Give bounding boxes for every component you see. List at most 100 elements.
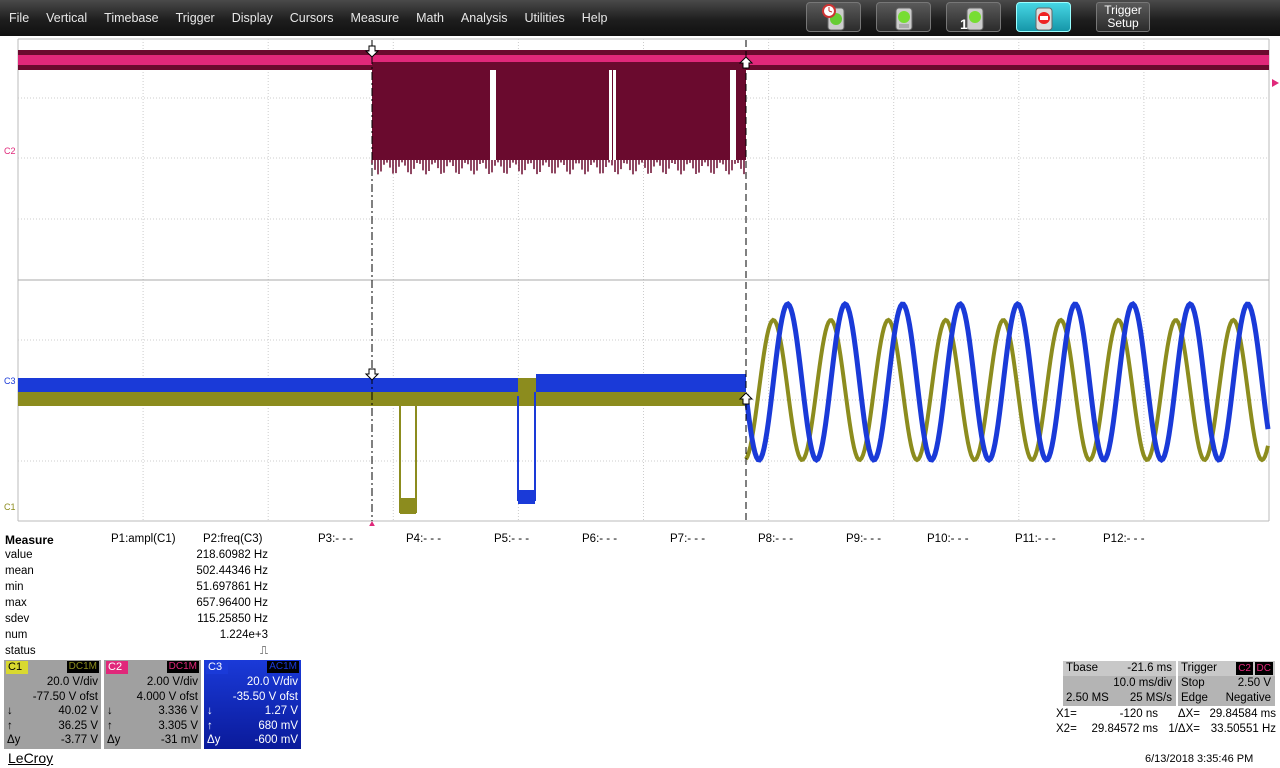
- trigger-label: Trigger: [1181, 662, 1217, 674]
- measure-row-p2-value: 1.224e+3: [219, 629, 268, 641]
- menu-measure[interactable]: Measure: [341, 11, 407, 25]
- channel-box-c3[interactable]: C3 AC1M 20.0 V/div -35.50 V ofst ↓ 1.27 V…: [204, 660, 301, 749]
- timebase-label: Tbase: [1066, 662, 1098, 674]
- measure-param-p2[interactable]: P2:freq(C3): [203, 533, 262, 545]
- channel-box-c2[interactable]: C2 DC1M 2.00 V/div 4.000 V ofst ↓ 3.336 V…: [104, 660, 201, 749]
- channel-vdiv: 2.00 V/div: [146, 676, 198, 688]
- measure-param-p5[interactable]: P5:- - -: [494, 533, 529, 545]
- stop-trigger-button[interactable]: [1016, 2, 1071, 32]
- channel-offset: -35.50 V ofst: [232, 690, 298, 703]
- channel-cursor-down: 1.27 V: [264, 705, 298, 717]
- menu-vertical[interactable]: Vertical: [37, 11, 95, 25]
- measure-param-p3[interactable]: P3:- - -: [318, 533, 353, 545]
- measure-param-p10[interactable]: P10:- - -: [927, 533, 969, 545]
- measure-param-p9[interactable]: P9:- - -: [846, 533, 881, 545]
- trigger-box[interactable]: Trigger C2 DC Stop 2.50 V Edge Negative: [1178, 661, 1275, 706]
- brand-logo: LeCroy: [8, 750, 54, 766]
- channel-cursor-down: 40.02 V: [58, 705, 98, 717]
- cursor-dy-symbol: Δy: [107, 734, 121, 746]
- trigger-slope: Negative: [1225, 692, 1271, 704]
- channel-coupling: DC1M: [166, 661, 199, 673]
- normal-trigger-button[interactable]: [876, 2, 931, 32]
- trigger-coupling: DC: [1254, 662, 1273, 675]
- cursor-up-symbol: ↑: [207, 719, 213, 732]
- c2-marker[interactable]: C2: [4, 146, 16, 156]
- menu-file[interactable]: File: [0, 11, 37, 25]
- measure-row-label: sdev: [5, 613, 30, 625]
- channel-tag: C3: [206, 661, 228, 674]
- measure-row-p2-value: 657.96400 Hz: [196, 597, 268, 609]
- trigger-level-marker[interactable]: [1272, 79, 1279, 87]
- cursor-up-symbol: ↑: [7, 719, 13, 732]
- trigger-source: C2: [1236, 662, 1253, 675]
- menu-math[interactable]: Math: [407, 11, 452, 25]
- timestamp: 6/13/2018 3:35:46 PM: [1145, 753, 1254, 765]
- channel-offset: 4.000 V ofst: [136, 690, 198, 703]
- cursor-x2-label: X2=: [1056, 723, 1077, 735]
- menu-utilities[interactable]: Utilities: [515, 11, 572, 25]
- single-label: 1: [960, 16, 968, 32]
- c1-marker[interactable]: C1: [4, 502, 16, 512]
- channel-cursor-dy: -3.77 V: [60, 734, 98, 746]
- channel-vdiv: 20.0 V/div: [246, 676, 298, 688]
- cursor-down-symbol: ↓: [107, 705, 113, 717]
- cursor-inv-value: 33.50551 Hz: [1210, 723, 1276, 735]
- channel-cursor-up: 36.25 V: [58, 719, 98, 732]
- menu-analysis[interactable]: Analysis: [452, 11, 516, 25]
- cursor-dx-value: 29.84584 ms: [1209, 708, 1277, 720]
- timebase-box[interactable]: Tbase -21.6 ms 10.0 ms/div 2.50 MS 25 MS…: [1063, 661, 1176, 706]
- trigger-position-marker[interactable]: [368, 521, 376, 526]
- menu-display[interactable]: Display: [223, 11, 281, 25]
- c3-marker[interactable]: C3: [4, 376, 16, 386]
- channel-cursor-dy: -600 mV: [254, 734, 298, 746]
- cursor-dx-label: ΔX=: [1177, 708, 1200, 720]
- measure-row-label: num: [5, 629, 28, 641]
- menu-items: File Vertical Timebase Trigger Display Cursor…: [0, 0, 615, 36]
- measure-param-p11[interactable]: P11:- - -: [1015, 533, 1056, 545]
- menu-timebase[interactable]: Timebase: [95, 11, 166, 25]
- channel-cursor-down: 3.336 V: [158, 705, 198, 717]
- measure-row-p2-value: 218.60982 Hz: [196, 549, 268, 561]
- measure-row-label: min: [5, 581, 24, 593]
- measure-row-label: status: [5, 645, 36, 657]
- measure-param-p7[interactable]: P7:- - -: [670, 533, 705, 545]
- trigger-setup-button[interactable]: Trigger Setup: [1096, 2, 1150, 32]
- cursor-dy-symbol: Δy: [7, 734, 21, 746]
- channel-coupling: AC1M: [267, 661, 299, 673]
- timebase-samples: 2.50 MS: [1066, 692, 1109, 704]
- measure-row-label: mean: [5, 565, 34, 577]
- channel-cursor-up: 680 mV: [258, 719, 298, 732]
- timebase-rate: 25 MS/s: [1129, 692, 1172, 704]
- measure-row-p2-value: 502.44346 Hz: [196, 565, 268, 577]
- measure-param-p4[interactable]: P4:- - -: [406, 533, 441, 545]
- traffic-light-red-icon: [1035, 7, 1053, 31]
- measure-row-p2-value: 51.697861 Hz: [196, 581, 268, 593]
- measure-param-p12[interactable]: P12:- - -: [1103, 533, 1145, 545]
- measure-row-label: value: [5, 549, 33, 561]
- menu-cursors[interactable]: Cursors: [281, 11, 342, 25]
- menu-trigger[interactable]: Trigger: [167, 11, 223, 25]
- measure-param-p6[interactable]: P6:- - -: [582, 533, 617, 545]
- channel-box-c1[interactable]: C1 DC1M 20.0 V/div -77.50 V ofst ↓ 40.02 …: [4, 660, 101, 749]
- cursor-inv-label: 1/ΔX=: [1168, 723, 1200, 735]
- channel-tag: C2: [106, 661, 128, 674]
- cursor-x1-value: -120 ns: [1119, 708, 1158, 720]
- timebase-tdiv: 10.0 ms/div: [1113, 677, 1172, 689]
- cursor-x1-label: X1=: [1056, 708, 1077, 720]
- measure-param-p1[interactable]: P1:ampl(C1): [111, 533, 176, 545]
- cursor-dy-symbol: Δy: [207, 734, 221, 746]
- waveform-grid[interactable]: C2 C3 C1: [0, 36, 1280, 526]
- alarm-traffic-light-icon: [822, 4, 845, 31]
- channel-cursor-dy: -31 mV: [160, 734, 198, 746]
- measure-row-p2-value: ⎍: [259, 645, 268, 657]
- traffic-light-icon: [895, 7, 913, 31]
- single-trigger-button[interactable]: 1: [946, 2, 1001, 32]
- cursor-x2-value: 29.84572 ms: [1091, 723, 1159, 735]
- cursor-down-symbol: ↓: [207, 705, 213, 717]
- channel-tag: C1: [6, 661, 28, 674]
- trigger-mode: Stop: [1181, 677, 1205, 689]
- menu-help[interactable]: Help: [573, 11, 616, 25]
- measure-title: Measure: [5, 533, 54, 547]
- auto-setup-button[interactable]: [806, 2, 861, 32]
- measure-param-p8[interactable]: P8:- - -: [758, 533, 793, 545]
